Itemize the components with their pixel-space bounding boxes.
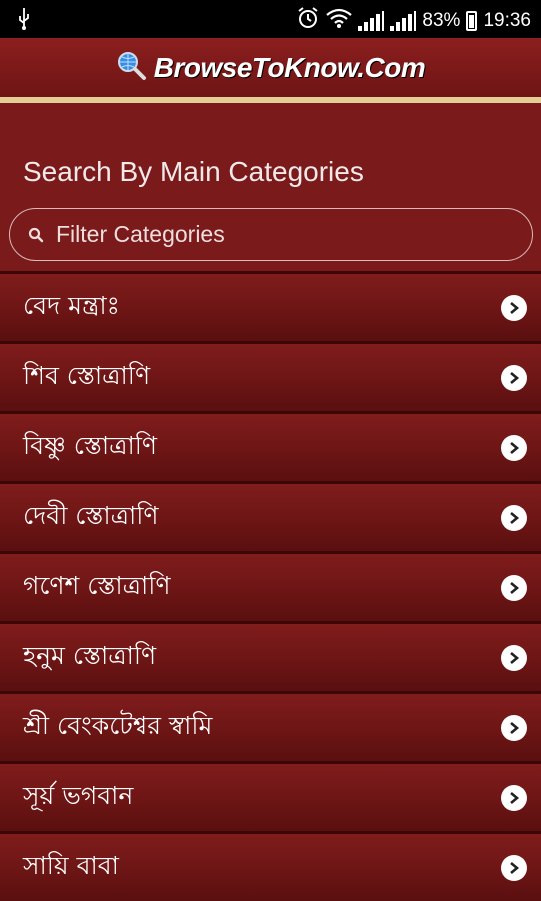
header-divider (0, 97, 541, 103)
status-bar: 83% 19:36 (0, 0, 541, 38)
signal-icon-2 (390, 11, 417, 31)
search-icon (28, 227, 44, 243)
list-item-label: বেদ মন্ত্রাঃ (23, 291, 120, 320)
list-item-label: বিষ্ণু স্তোত্রাণি (23, 431, 157, 460)
list-item[interactable]: সায়ি বাবা (0, 831, 541, 901)
usb-icon (18, 8, 30, 36)
list-item[interactable]: সূর্য় ভগবান (0, 761, 541, 831)
list-item[interactable]: বিষ্ণু স্তোত্রাণি (0, 411, 541, 481)
chevron-right-icon (501, 854, 527, 881)
list-item[interactable]: দেবী স্তোত্রাণি (0, 481, 541, 551)
chevron-right-icon (501, 504, 527, 531)
chevron-right-icon (501, 574, 527, 601)
brand-name: BrowseToKnow.Com (153, 51, 426, 83)
search-box[interactable] (9, 208, 533, 261)
alarm-icon (296, 6, 320, 36)
wifi-icon (326, 8, 353, 34)
list-item[interactable]: বেদ মন্ত্রাঃ (0, 271, 541, 341)
clock: 19:36 (483, 10, 531, 31)
battery-icon (466, 11, 478, 31)
list-item-label: হনুম স্তোত্রাণি (23, 641, 157, 670)
app-header: BrowseToKnow.Com (0, 38, 541, 97)
brand-logo[interactable]: BrowseToKnow.Com (116, 51, 426, 85)
magnifier-globe-icon (116, 51, 148, 85)
chevron-right-icon (501, 644, 527, 671)
page-title: Search By Main Categories (23, 156, 364, 187)
battery-percent: 83% (422, 10, 461, 31)
list-item[interactable]: হনুম স্তোত্রাণি (0, 621, 541, 691)
list-item-label: গণেশ স্তোত্রাণি (23, 571, 171, 600)
list-item-label: শিব স্তোত্রাণি (23, 361, 151, 390)
chevron-right-icon (501, 364, 527, 391)
chevron-right-icon (501, 714, 527, 741)
list-item-label: দেবী স্তোত্রাণি (23, 501, 159, 530)
search-input[interactable] (54, 220, 498, 249)
list-item[interactable]: শিব স্তোত্রাণি (0, 341, 541, 411)
chevron-right-icon (501, 434, 527, 461)
signal-icon (358, 11, 385, 31)
list-item-label: সায়ি বাবা (23, 851, 119, 880)
list-item[interactable]: গণেশ স্তোত্রাণি (0, 551, 541, 621)
list-item[interactable]: শ্রী বেংকটেশ্বর স্বামি (0, 691, 541, 761)
category-list: বেদ মন্ত্রাঃ শিব স্তোত্রাণি বিষ্ণু স্তোত… (0, 271, 541, 901)
chevron-right-icon (501, 784, 527, 811)
chevron-right-icon (501, 294, 527, 321)
list-item-label: শ্রী বেংকটেশ্বর স্বামি (23, 711, 213, 740)
list-item-label: সূর্য় ভগবান (23, 781, 134, 810)
